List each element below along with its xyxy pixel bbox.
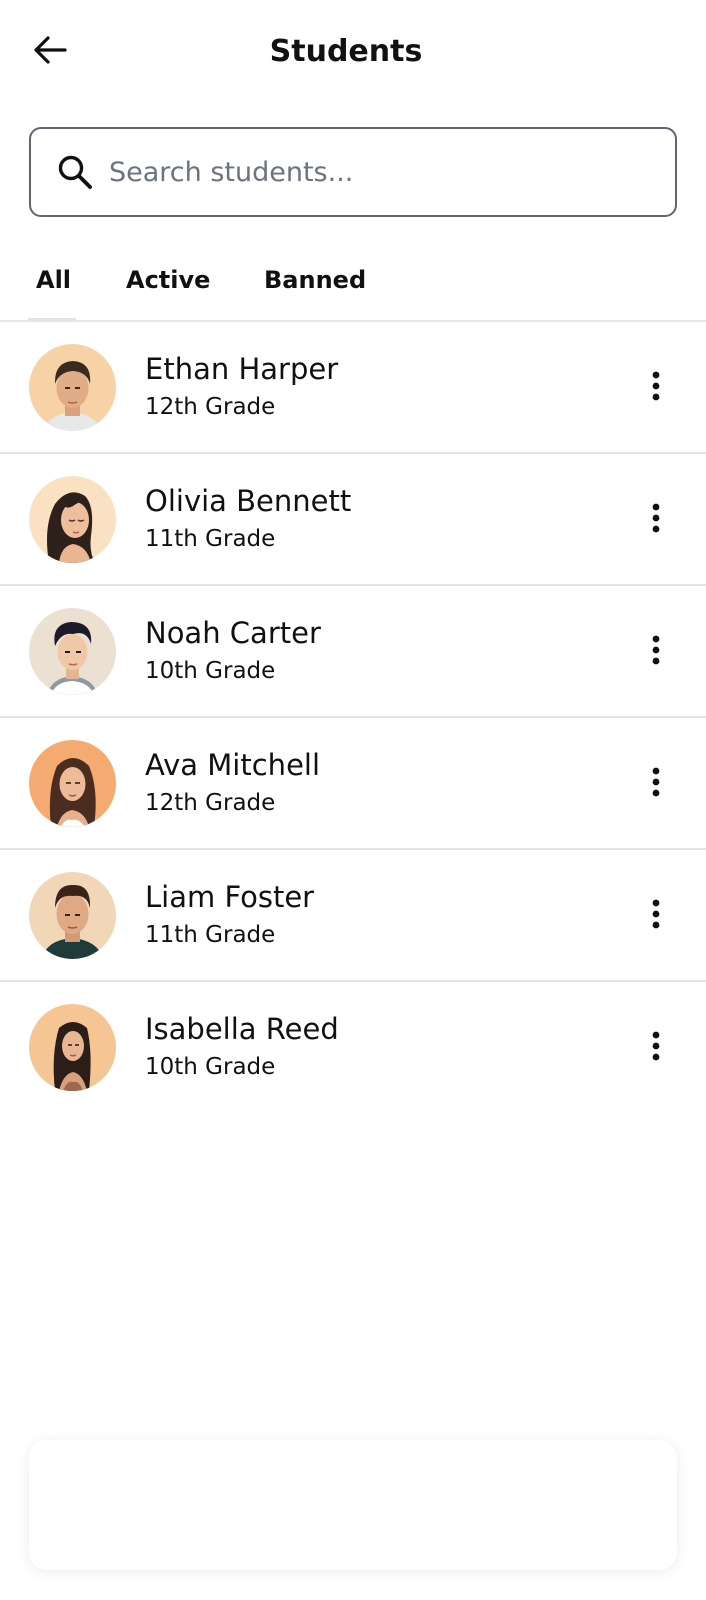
search-box[interactable] — [29, 127, 677, 217]
tab-all[interactable]: All — [36, 266, 71, 294]
tab-active[interactable]: Active — [126, 266, 210, 294]
student-row[interactable]: Isabella Reed 10th Grade — [0, 982, 706, 1114]
student-row[interactable]: Liam Foster 11th Grade — [0, 850, 706, 982]
student-row[interactable]: Noah Carter 10th Grade — [0, 586, 706, 718]
students-screen: Students All Active Banned — [0, 0, 706, 1600]
more-vertical-icon — [652, 767, 660, 801]
student-grade: 11th Grade — [145, 922, 276, 948]
student-grade: 12th Grade — [145, 394, 276, 420]
student-name: Isabella Reed — [145, 1012, 339, 1046]
student-grade: 10th Grade — [145, 1054, 276, 1080]
student-name: Ethan Harper — [145, 352, 339, 386]
more-vertical-icon — [652, 899, 660, 933]
search-input[interactable] — [109, 156, 629, 188]
avatar — [29, 740, 116, 827]
student-name: Olivia Bennett — [145, 484, 352, 518]
more-options-button[interactable] — [636, 494, 676, 546]
page-title: Students — [269, 34, 423, 69]
student-grade: 12th Grade — [145, 790, 276, 816]
more-vertical-icon — [652, 1031, 660, 1065]
avatar — [29, 476, 116, 563]
student-grade: 11th Grade — [145, 526, 276, 552]
more-options-button[interactable] — [636, 362, 676, 414]
student-name: Noah Carter — [145, 616, 321, 650]
student-row[interactable]: Olivia Bennett 11th Grade — [0, 454, 706, 586]
student-row[interactable]: Ava Mitchell 12th Grade — [0, 718, 706, 850]
avatar — [29, 608, 116, 695]
student-grade: 10th Grade — [145, 658, 276, 684]
more-options-button[interactable] — [636, 1022, 676, 1074]
avatar — [29, 344, 116, 431]
more-options-button[interactable] — [636, 626, 676, 678]
more-vertical-icon — [652, 503, 660, 537]
more-options-button[interactable] — [636, 758, 676, 810]
student-name: Ava Mitchell — [145, 748, 321, 782]
avatar — [29, 872, 116, 959]
tab-banned[interactable]: Banned — [264, 266, 366, 294]
filter-tabs: All Active Banned — [0, 246, 706, 322]
student-list: Ethan Harper 12th Grade Olivia Bennett 1… — [0, 322, 706, 1114]
student-row[interactable]: Ethan Harper 12th Grade — [0, 322, 706, 454]
more-vertical-icon — [652, 635, 660, 669]
avatar — [29, 1004, 116, 1091]
more-options-button[interactable] — [636, 890, 676, 942]
tab-selected-indicator — [28, 318, 76, 321]
bottom-card — [29, 1440, 677, 1570]
more-vertical-icon — [652, 371, 660, 405]
search-icon — [55, 152, 95, 192]
student-name: Liam Foster — [145, 880, 315, 914]
